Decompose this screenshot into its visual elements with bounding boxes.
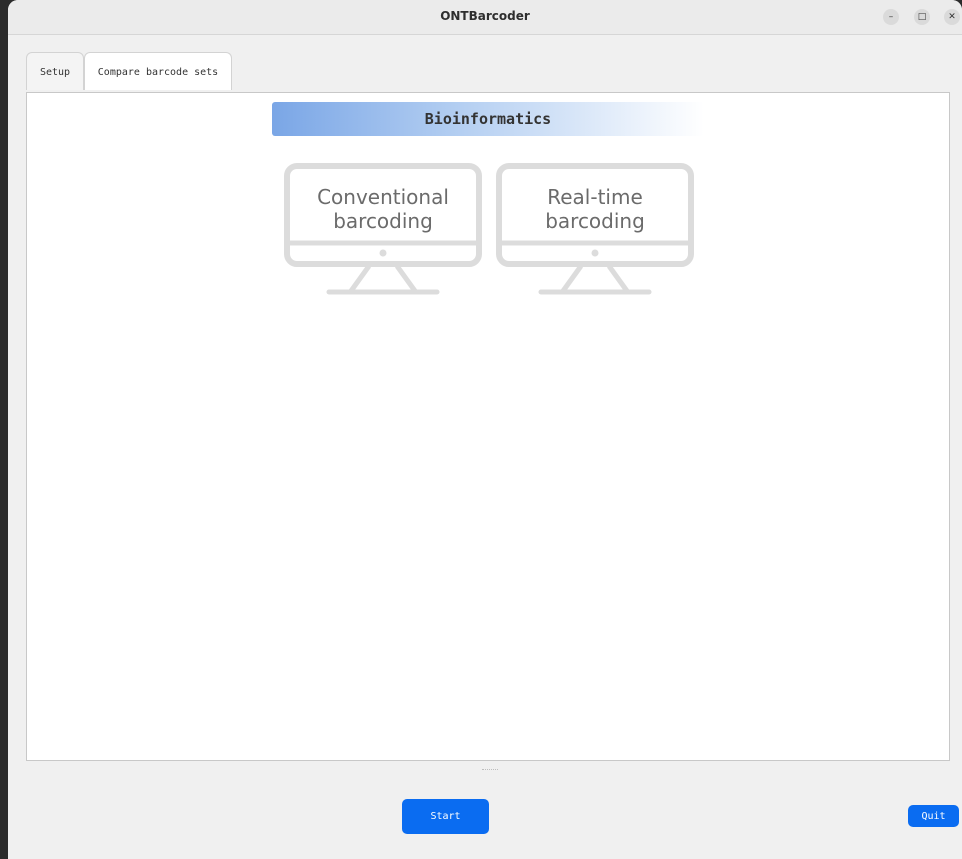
section-title: Bioinformatics <box>424 110 552 128</box>
minimize-button[interactable]: – <box>883 9 899 25</box>
start-button[interactable]: Start <box>402 799 489 834</box>
window-title: ONTBarcoder <box>440 9 530 23</box>
app-window: ONTBarcoder – □ ✕ Setup Compare barcode … <box>8 0 962 859</box>
real-time-barcoding-label: Real-time barcoding <box>545 185 645 233</box>
tab-setup[interactable]: Setup <box>26 52 84 90</box>
conventional-barcoding-label: Conventional barcoding <box>317 185 449 233</box>
real-time-barcoding-button[interactable]: Real-time barcoding <box>495 163 695 295</box>
maximize-button[interactable]: □ <box>914 9 930 25</box>
splitter-handle[interactable] <box>482 769 498 773</box>
title-bar[interactable]: ONTBarcoder – □ ✕ <box>8 0 962 35</box>
close-button[interactable]: ✕ <box>944 9 960 25</box>
conventional-barcoding-button[interactable]: Conventional barcoding <box>283 163 483 295</box>
section-banner: Bioinformatics <box>272 102 704 136</box>
bioinformatics-panel: Bioinformatics Conventional barcoding Re… <box>26 92 950 761</box>
quit-button[interactable]: Quit <box>908 805 959 827</box>
tab-compare-barcode-sets[interactable]: Compare barcode sets <box>84 52 232 90</box>
